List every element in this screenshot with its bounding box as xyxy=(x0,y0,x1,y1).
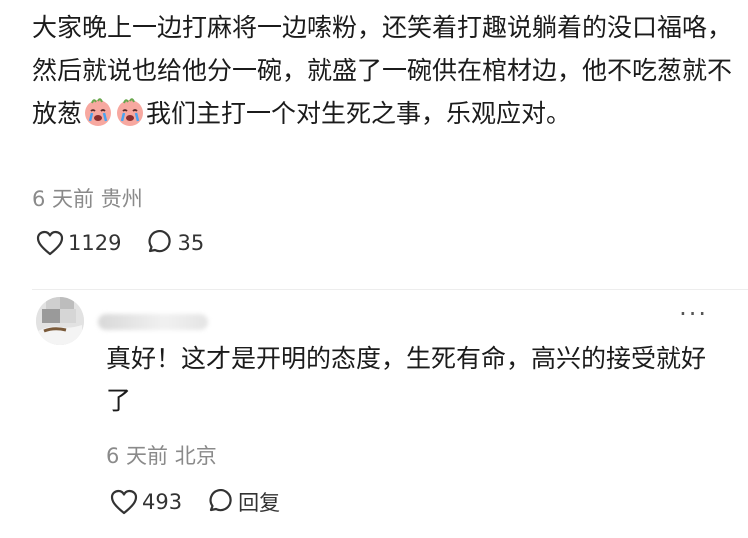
comment-text: 大家晚上一边打麻将一边嗦粉，还笑着打趣说躺着的没口福咯，然后就说也给他分一碗，就… xyxy=(32,6,732,135)
divider xyxy=(32,289,748,290)
crying-face-icon xyxy=(85,98,112,126)
reply-reply-button[interactable]: 回复 xyxy=(206,487,280,517)
avatar[interactable] xyxy=(36,297,84,345)
reply-reply-label: 回复 xyxy=(238,491,281,515)
comment-text-part2: 我们主打一个对生死之事，乐观应对。 xyxy=(146,99,572,128)
comment-like-count: 1129 xyxy=(68,231,122,255)
heart-icon xyxy=(110,489,138,515)
comment-actions: 1129 35 xyxy=(36,230,228,256)
reply-meta: 6 天前 北京 xyxy=(106,440,217,470)
reply-like-button[interactable]: 493 xyxy=(110,489,182,515)
comment-reply-button[interactable]: 35 xyxy=(145,230,204,256)
username-blurred[interactable] xyxy=(98,314,208,330)
heart-icon xyxy=(36,230,64,256)
speech-bubble-icon xyxy=(209,489,232,512)
comment-meta: 6 天前 贵州 xyxy=(32,183,143,213)
comment-location: 贵州 xyxy=(100,187,143,211)
avatar-image xyxy=(36,297,84,345)
comment-time: 6 天前 xyxy=(32,187,95,211)
speech-bubble-icon xyxy=(149,230,172,253)
more-options-button[interactable]: ··· xyxy=(679,300,708,328)
reply-time: 6 天前 xyxy=(106,444,169,468)
comment-like-button[interactable]: 1129 xyxy=(36,230,121,256)
comment-reply-count: 35 xyxy=(177,231,205,255)
reply-like-count: 493 xyxy=(142,490,183,514)
reply-location: 北京 xyxy=(174,444,217,468)
reply-actions: 493 回复 xyxy=(110,487,304,517)
reply-text: 真好！这才是开明的态度，生死有命，高兴的接受就好了 xyxy=(106,344,707,415)
crying-face-icon xyxy=(117,98,144,126)
